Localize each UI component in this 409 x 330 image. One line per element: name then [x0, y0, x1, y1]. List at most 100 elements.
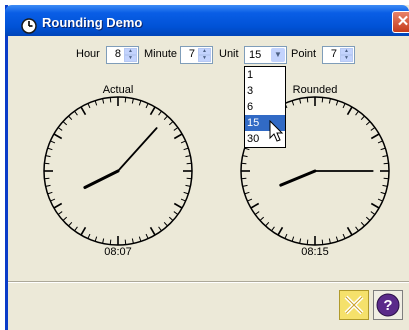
clock-tick	[346, 106, 353, 116]
clock-tick	[355, 226, 359, 232]
hour-hand	[279, 169, 317, 187]
hour-hand	[83, 169, 120, 190]
clock-tick	[180, 198, 186, 202]
clock-tick	[383, 162, 389, 165]
clock-tick	[102, 238, 105, 244]
clock-tick	[328, 98, 331, 104]
unit-option[interactable]: 6	[245, 99, 285, 115]
clock-tick	[360, 221, 365, 227]
clock-tick	[173, 202, 183, 209]
clock-tick	[299, 98, 302, 104]
clock-tick	[360, 115, 365, 121]
clock-tick	[365, 121, 371, 126]
clock-tick	[380, 147, 386, 151]
clock-tick	[102, 98, 105, 104]
clock-tick	[321, 97, 324, 103]
clock-tick	[342, 233, 346, 239]
clock-tick	[80, 106, 87, 116]
clock-tick	[241, 162, 247, 165]
clock-tick	[383, 177, 389, 180]
clock-tick	[370, 211, 376, 215]
actual-clock	[43, 96, 193, 246]
clock-tick	[145, 233, 149, 239]
clock-tick	[277, 226, 284, 236]
clock-tick	[50, 198, 56, 202]
svg-text:?: ?	[383, 297, 392, 314]
clock-tick	[186, 177, 192, 180]
minute-hand	[117, 127, 158, 172]
clock-tick	[131, 98, 134, 104]
clock-tick	[377, 140, 383, 144]
clock-tick	[138, 100, 142, 106]
clock-tick	[265, 221, 270, 227]
unit-option[interactable]: 3	[245, 83, 285, 99]
clock-tick	[173, 133, 183, 140]
clock-tick	[109, 239, 112, 245]
clock-tick	[149, 106, 156, 116]
clock-tick	[138, 236, 142, 242]
clock-tick	[247, 198, 253, 202]
clock-tick	[168, 216, 174, 221]
clock-tick	[306, 239, 309, 245]
clock-tick	[271, 226, 275, 232]
clock-tick	[306, 97, 309, 103]
clock-tick	[94, 100, 98, 106]
clock-tick	[68, 221, 73, 227]
clock-tick	[163, 115, 168, 121]
clock-tick	[180, 140, 186, 144]
clock-tick	[186, 162, 192, 165]
clock-tick	[299, 238, 302, 244]
clock-tick	[50, 140, 56, 144]
clock-tick	[45, 184, 51, 187]
clock-tick	[163, 221, 168, 227]
actual-time-readout: 08:07	[104, 246, 132, 258]
clock-tick	[94, 236, 98, 242]
clock-tick	[53, 133, 63, 140]
clock-tick	[173, 211, 179, 215]
clock-tick	[382, 155, 388, 158]
clock-tick	[44, 177, 50, 180]
clock-tick	[346, 226, 353, 236]
clock-tick	[382, 184, 388, 187]
clock-tick	[259, 216, 265, 221]
clock-tick	[242, 184, 248, 187]
clock-tick	[173, 127, 179, 131]
clock-tick	[328, 238, 331, 244]
clock-tick	[244, 191, 250, 195]
clock-tick	[131, 238, 134, 244]
clock-tick	[47, 147, 53, 151]
clock-tick	[380, 191, 386, 195]
clock-tick	[47, 191, 53, 195]
clock-tick	[370, 133, 380, 140]
ok-button[interactable]	[339, 290, 369, 320]
clock-tick	[62, 216, 68, 221]
clock-tick	[335, 236, 339, 242]
clock-tick	[377, 198, 383, 202]
clock-tick	[185, 155, 191, 158]
unit-option[interactable]: 1	[245, 67, 285, 83]
footer-divider	[8, 281, 409, 283]
clock-tick	[241, 177, 247, 180]
clock-tick	[53, 202, 63, 209]
clock-tick	[87, 233, 91, 239]
clock-tick	[291, 100, 295, 106]
help-icon: ?	[376, 293, 400, 317]
clock-tick	[254, 211, 260, 215]
clock-tick	[335, 100, 339, 106]
clock-tick	[284, 233, 288, 239]
clock-tick	[68, 115, 73, 121]
clock-tick	[168, 121, 174, 126]
clock-tick	[342, 103, 346, 109]
clock-tick	[185, 184, 191, 187]
clock-tick	[370, 202, 380, 209]
clock-tick	[244, 147, 250, 151]
clock-tick	[158, 110, 162, 116]
clock-tick	[355, 110, 359, 116]
help-button[interactable]: ?	[373, 290, 403, 320]
clock-tick	[45, 155, 51, 158]
clock-tick	[74, 226, 78, 232]
clock-tick	[87, 103, 91, 109]
clock-tick	[145, 103, 149, 109]
clock-tick	[62, 121, 68, 126]
clock-tick	[124, 97, 127, 103]
